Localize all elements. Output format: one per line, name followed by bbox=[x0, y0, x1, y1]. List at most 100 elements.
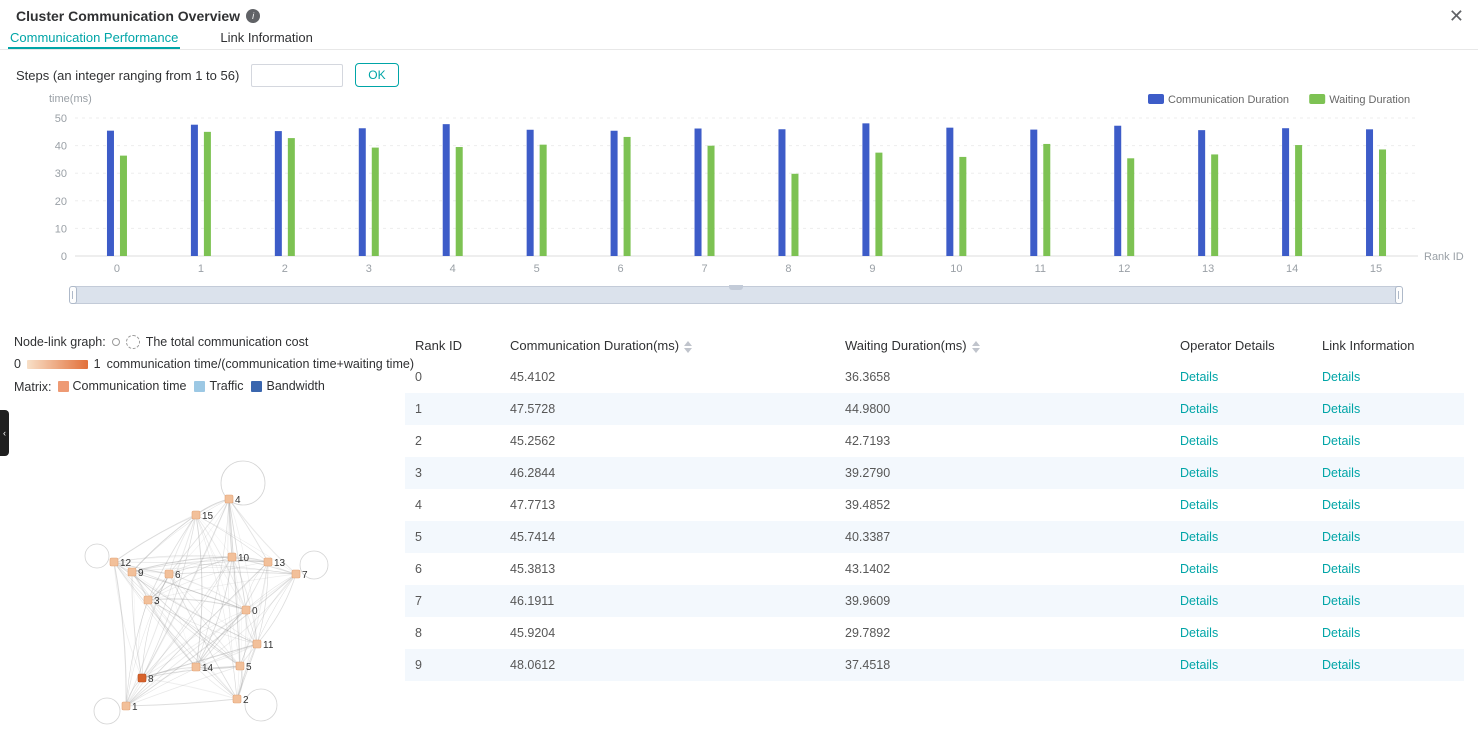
operator-details-link[interactable]: Details bbox=[1180, 658, 1218, 672]
matrix-legend-item: Bandwidth bbox=[251, 379, 324, 393]
communication-bar-chart: 01020304050time(ms)012345678910111213141… bbox=[20, 88, 1465, 286]
bar-waiting-duration[interactable] bbox=[120, 156, 127, 256]
operator-details-link[interactable]: Details bbox=[1180, 466, 1218, 480]
bar-waiting-duration[interactable] bbox=[1043, 144, 1050, 256]
bar-communication-duration[interactable] bbox=[695, 129, 702, 256]
bar-communication-duration[interactable] bbox=[359, 128, 366, 256]
ok-button[interactable]: OK bbox=[355, 63, 398, 87]
bar-waiting-duration[interactable] bbox=[1211, 154, 1218, 256]
tab-communication-performance[interactable]: Communication Performance bbox=[8, 28, 180, 49]
bar-waiting-duration[interactable] bbox=[288, 138, 295, 256]
matrix-swatch bbox=[58, 381, 69, 392]
sort-icon[interactable] bbox=[684, 341, 692, 353]
bar-waiting-duration[interactable] bbox=[624, 137, 631, 256]
table-cell: 39.4852 bbox=[835, 489, 1170, 521]
table-cell: 40.3387 bbox=[835, 521, 1170, 553]
graph-node-label: 15 bbox=[202, 511, 214, 522]
link-information-link[interactable]: Details bbox=[1322, 594, 1360, 608]
operator-details-link[interactable]: Details bbox=[1180, 498, 1218, 512]
bar-communication-duration[interactable] bbox=[1114, 126, 1121, 256]
bar-communication-duration[interactable] bbox=[275, 131, 282, 256]
bar-communication-duration[interactable] bbox=[1198, 130, 1205, 256]
link-information-link[interactable]: Details bbox=[1322, 562, 1360, 576]
link-information-link[interactable]: Details bbox=[1322, 658, 1360, 672]
slider-notch[interactable] bbox=[729, 285, 743, 290]
graph-node-11[interactable] bbox=[253, 640, 261, 648]
link-information-link[interactable]: Details bbox=[1322, 434, 1360, 448]
bar-communication-duration[interactable] bbox=[191, 125, 198, 256]
graph-node-0[interactable] bbox=[242, 606, 250, 614]
bar-waiting-duration[interactable] bbox=[875, 153, 882, 256]
bar-communication-duration[interactable] bbox=[527, 130, 534, 256]
operator-details-link[interactable]: Details bbox=[1180, 530, 1218, 544]
operator-details-link[interactable]: Details bbox=[1180, 434, 1218, 448]
link-information-link[interactable]: Details bbox=[1322, 402, 1360, 416]
bar-communication-duration[interactable] bbox=[862, 123, 869, 256]
bar-waiting-duration[interactable] bbox=[372, 148, 379, 256]
operator-details-link[interactable]: Details bbox=[1180, 402, 1218, 416]
graph-node-9[interactable] bbox=[128, 568, 136, 576]
bar-communication-duration[interactable] bbox=[778, 129, 785, 256]
graph-node-6[interactable] bbox=[165, 570, 173, 578]
graph-node-3[interactable] bbox=[144, 596, 152, 604]
table-cell: 45.3813 bbox=[500, 553, 835, 585]
svg-text:2: 2 bbox=[282, 263, 288, 275]
graph-node-1[interactable] bbox=[122, 702, 130, 710]
graph-node-13[interactable] bbox=[264, 558, 272, 566]
column-header-waiting-duration-ms-[interactable]: Waiting Duration(ms) bbox=[835, 330, 1170, 361]
column-header-communication-duration-ms-[interactable]: Communication Duration(ms) bbox=[500, 330, 835, 361]
bar-waiting-duration[interactable] bbox=[1379, 149, 1386, 256]
bar-waiting-duration[interactable] bbox=[456, 147, 463, 256]
table-row: 545.741440.3387DetailsDetails bbox=[405, 521, 1464, 553]
drawer-collapse-handle[interactable]: ‹ bbox=[0, 410, 9, 456]
bar-waiting-duration[interactable] bbox=[708, 146, 715, 256]
graph-node-4[interactable] bbox=[225, 495, 233, 503]
graph-node-5[interactable] bbox=[236, 662, 244, 670]
bar-communication-duration[interactable] bbox=[443, 124, 450, 256]
bar-waiting-duration[interactable] bbox=[959, 157, 966, 256]
info-icon[interactable]: i bbox=[246, 9, 260, 23]
legend-label[interactable]: Communication Duration bbox=[1168, 94, 1289, 106]
slider-handle-right[interactable] bbox=[1395, 286, 1403, 304]
chart-range-slider[interactable] bbox=[70, 286, 1402, 304]
bar-communication-duration[interactable] bbox=[107, 131, 114, 256]
operator-details-link[interactable]: Details bbox=[1180, 562, 1218, 576]
link-information-link[interactable]: Details bbox=[1322, 530, 1360, 544]
legend-label[interactable]: Waiting Duration bbox=[1329, 94, 1410, 106]
bar-waiting-duration[interactable] bbox=[204, 132, 211, 256]
legend-swatch[interactable] bbox=[1309, 94, 1325, 104]
graph-node-2[interactable] bbox=[233, 695, 241, 703]
graph-node-12[interactable] bbox=[110, 558, 118, 566]
bar-communication-duration[interactable] bbox=[1030, 130, 1037, 256]
graph-node-7[interactable] bbox=[292, 570, 300, 578]
bar-waiting-duration[interactable] bbox=[1295, 145, 1302, 256]
link-information-link[interactable]: Details bbox=[1322, 626, 1360, 640]
node-size-small-icon bbox=[112, 338, 120, 346]
bar-communication-duration[interactable] bbox=[1282, 128, 1289, 256]
operator-details-link[interactable]: Details bbox=[1180, 594, 1218, 608]
legend-swatch[interactable] bbox=[1148, 94, 1164, 104]
tab-link-information[interactable]: Link Information bbox=[218, 28, 315, 49]
link-information-link[interactable]: Details bbox=[1322, 498, 1360, 512]
slider-handle-left[interactable] bbox=[69, 286, 77, 304]
operator-details-link[interactable]: Details bbox=[1180, 626, 1218, 640]
bar-waiting-duration[interactable] bbox=[791, 174, 798, 256]
bar-waiting-duration[interactable] bbox=[540, 145, 547, 256]
table-cell: 45.2562 bbox=[500, 425, 835, 457]
link-information-link[interactable]: Details bbox=[1322, 466, 1360, 480]
graph-node-15[interactable] bbox=[192, 511, 200, 519]
operator-details-link[interactable]: Details bbox=[1180, 370, 1218, 384]
steps-input[interactable] bbox=[251, 64, 343, 87]
node-link-graph: 0123456789101112131415 bbox=[56, 452, 358, 738]
sort-icon[interactable] bbox=[972, 341, 980, 353]
bar-communication-duration[interactable] bbox=[946, 128, 953, 256]
bar-waiting-duration[interactable] bbox=[1127, 158, 1134, 256]
link-information-link[interactable]: Details bbox=[1322, 370, 1360, 384]
svg-text:time(ms): time(ms) bbox=[49, 93, 92, 105]
bar-communication-duration[interactable] bbox=[1366, 129, 1373, 256]
graph-node-10[interactable] bbox=[228, 553, 236, 561]
bar-communication-duration[interactable] bbox=[611, 131, 618, 256]
graph-node-8[interactable] bbox=[138, 674, 146, 682]
close-icon[interactable]: ✕ bbox=[1449, 7, 1464, 25]
graph-node-14[interactable] bbox=[192, 663, 200, 671]
